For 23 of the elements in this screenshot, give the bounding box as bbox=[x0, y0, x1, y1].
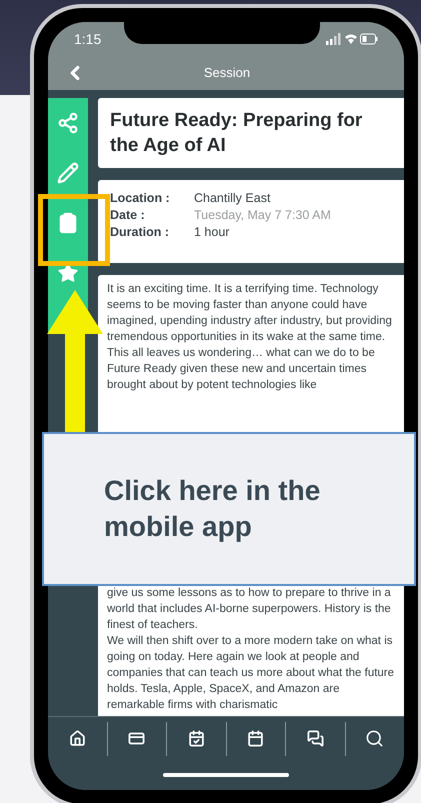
search-icon[interactable] bbox=[365, 729, 384, 748]
chat-icon[interactable] bbox=[306, 730, 324, 747]
header-title: Session bbox=[202, 64, 252, 82]
house-icon[interactable] bbox=[68, 730, 86, 747]
info-label: Duration : bbox=[110, 224, 170, 241]
card-icon[interactable] bbox=[128, 730, 146, 747]
calendar-icon[interactable] bbox=[247, 730, 264, 747]
info-value: Chantilly East bbox=[194, 190, 270, 207]
description-text: We will then shift over to a more modern take on what is going on today. Here again we look at people and companies that can teach us more about what the future holds. Tesla, Apple, SpaceX, and Amazon are remarkable firms with charismatic bbox=[107, 634, 396, 713]
description-text: give us some lessons as to how to prepare to thrive in a world that includes AI-borne superpowers. History is the finest of teachers. bbox=[107, 586, 392, 633]
callout-text: Click here in the mobile app bbox=[104, 474, 322, 544]
description-text: This all leaves us wondering… what can we do to be Future Ready given these new and uncertain times brought about by potent technologies like bbox=[107, 346, 376, 393]
status-time: 1:15 bbox=[74, 30, 102, 48]
clipboard-icon[interactable] bbox=[57, 212, 79, 234]
info-label: Location : bbox=[110, 190, 171, 207]
highlight-frame bbox=[38, 194, 110, 266]
calendar-check-icon[interactable] bbox=[188, 730, 205, 747]
session-title: Future Ready: Preparing for the Age of AI bbox=[110, 109, 364, 158]
info-value: Tuesday, May 7 7:30 AM bbox=[194, 207, 331, 224]
description-text: It is an exciting time. It is a terrifying time. Technology seems to be moving faster than anyone could have imagined, upending industry after industry, but providing tremendous opportunities in its wake at the same time. bbox=[107, 282, 393, 345]
status-icons bbox=[326, 33, 378, 45]
info-value: 1 hour bbox=[194, 224, 230, 241]
info-label: Date : bbox=[110, 207, 146, 224]
